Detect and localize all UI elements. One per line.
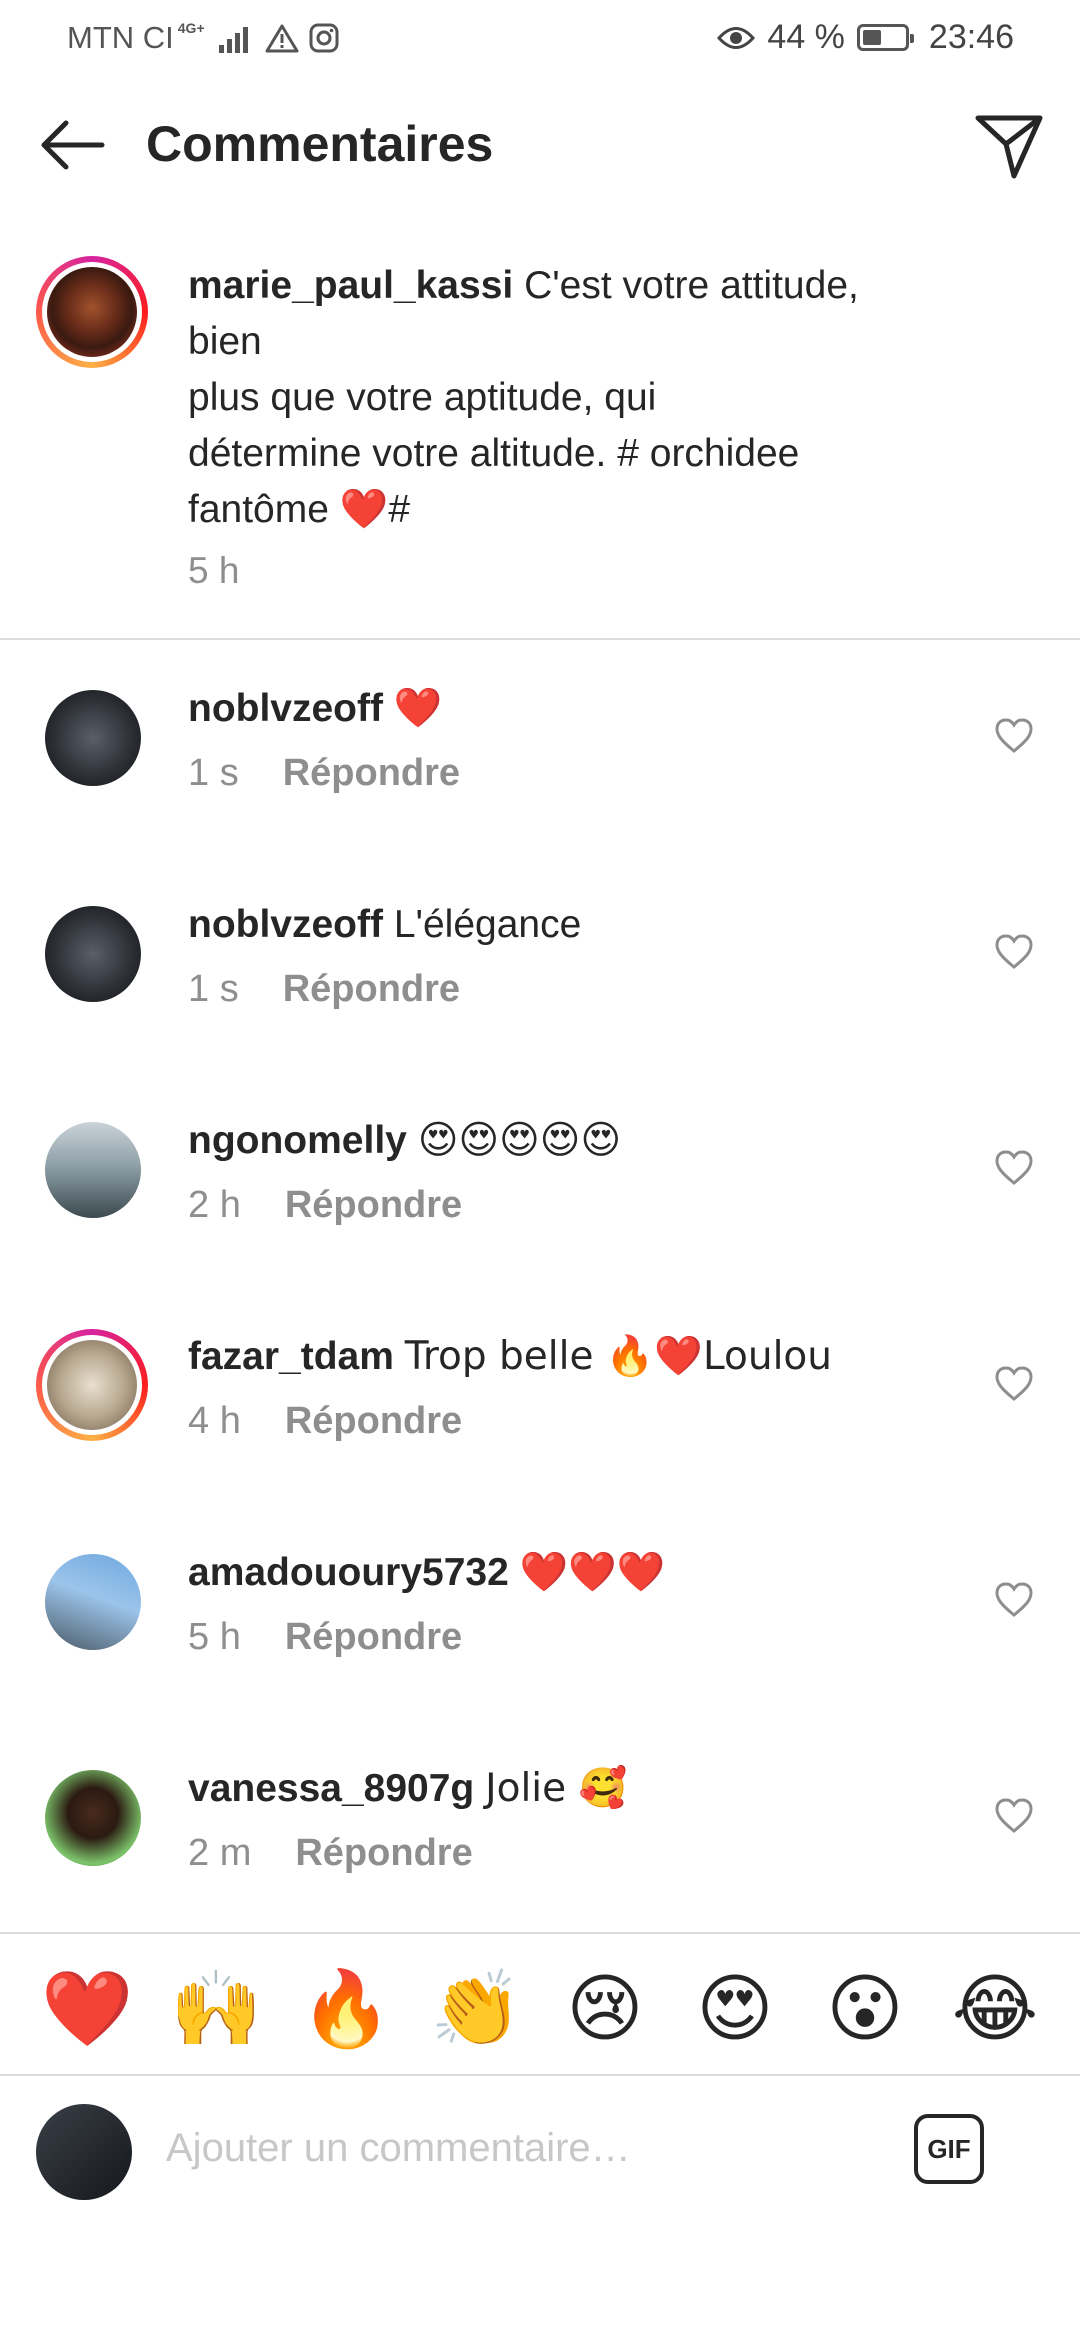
reaction-fire[interactable]: 🔥 [300,1964,392,2054]
gif-button[interactable]: GIF [914,2114,984,2184]
like-heart-icon[interactable] [995,1150,1033,1186]
divider [0,638,1080,640]
eye-icon [717,26,756,49]
comment-username[interactable]: noblvzeoff [188,687,383,730]
comment-username[interactable]: vanessa_8907g [188,1767,474,1810]
comment-time: 1 s [188,752,239,794]
warning-icon [265,24,299,53]
reaction-crying[interactable]: 😢 [560,1964,650,2054]
signal-icon [215,23,255,53]
battery-icon [856,24,914,51]
comment-time: 2 h [188,1184,241,1226]
current-user-avatar [36,2104,132,2200]
reaction-raised-hands[interactable]: 🙌 [170,1964,262,2054]
reaction-laughing[interactable]: 😂 [950,1964,1040,2054]
comment-time: 2 m [188,1832,252,1874]
paper-plane-icon[interactable] [974,110,1044,180]
caption-text: marie_paul_kassi C'est votre attitude, b… [188,264,859,532]
comment-text: Jolie 🥰 [485,1766,628,1811]
commenter-avatar[interactable] [45,1122,141,1218]
reaction-surprised[interactable]: 😮 [820,1964,910,2054]
comment-composer: Ajouter un commentaire… GIF [0,2078,1080,2218]
like-heart-icon[interactable] [995,934,1033,970]
comment-input[interactable]: Ajouter un commentaire… [166,2126,631,2171]
reaction-clap[interactable]: 👏 [430,1964,522,2054]
comment-time: 1 s [188,968,239,1010]
comment-text: Trop belle 🔥❤️Loulou [404,1334,833,1379]
caption-username[interactable]: marie_paul_kassi [188,264,513,307]
like-heart-icon[interactable] [995,718,1033,754]
status-bar: MTN CI 4G+ 44 % 23:46 [0,0,1080,75]
commenter-avatar[interactable] [45,1554,141,1650]
comment-username[interactable]: fazar_tdam [188,1335,394,1378]
instagram-icon [309,23,339,53]
like-heart-icon[interactable] [995,1582,1033,1618]
caption-time: 5 h [188,550,240,591]
reply-button[interactable]: Répondre [283,968,460,1010]
clock: 23:46 [928,18,1014,56]
reply-button[interactable]: Répondre [285,1400,462,1442]
commenter-avatar[interactable] [45,1770,141,1866]
like-heart-icon[interactable] [995,1798,1033,1834]
reply-button[interactable]: Répondre [285,1616,462,1658]
comment-item: ngonomelly 😍😍😍😍😍 2 h Répondre [0,1118,1080,1322]
comment-item: noblvzeoff L'élégance 1 s Répondre [0,903,1080,1106]
carrier-label: MTN CI [67,20,174,55]
comment-time: 4 h [188,1400,241,1442]
header: Commentaires [0,90,1080,200]
reaction-heart[interactable]: ❤️ [41,1964,133,2054]
page-title: Commentaires [146,116,494,172]
comment-item: fazar_tdam Trop belle 🔥❤️Loulou 4 h Répon… [0,1329,1080,1538]
battery-percent: 44 % [767,18,845,56]
network-label: 4G+ [177,20,205,36]
comment-text: ❤️❤️❤️ [519,1550,666,1595]
comment-text: 😍😍😍😍😍 [417,1118,621,1163]
comment-item: amadououry5732 ❤️❤️❤️ 5 h Répondre [0,1550,1080,1754]
like-heart-icon[interactable] [995,1366,1033,1402]
comment-time: 5 h [188,1616,241,1658]
commenter-avatar[interactable] [45,906,141,1002]
comment-username[interactable]: ngonomelly [188,1119,407,1162]
comment-text: L'élégance [393,903,582,946]
comment-username[interactable]: amadououry5732 [188,1551,509,1594]
reply-button[interactable]: Répondre [295,1832,472,1874]
reply-button[interactable]: Répondre [283,752,460,794]
comment-username[interactable]: noblvzeoff [188,903,383,946]
commenter-avatar[interactable] [45,690,141,786]
heart-emoji: ❤️ [339,487,389,532]
arrow-left-icon[interactable] [36,115,106,175]
comment-item: noblvzeoff ❤️ 1 s Répondre [0,686,1080,890]
commenter-avatar[interactable] [36,1329,148,1441]
reaction-heart-eyes[interactable]: 😍 [690,1964,780,2054]
quick-reactions-bar: ❤️ 🙌 🔥 👏 😢 😍 😮 😂 [0,1932,1080,2076]
comment-text: ❤️ [393,686,443,731]
caption-avatar[interactable] [36,256,148,368]
reply-button[interactable]: Répondre [285,1184,462,1226]
